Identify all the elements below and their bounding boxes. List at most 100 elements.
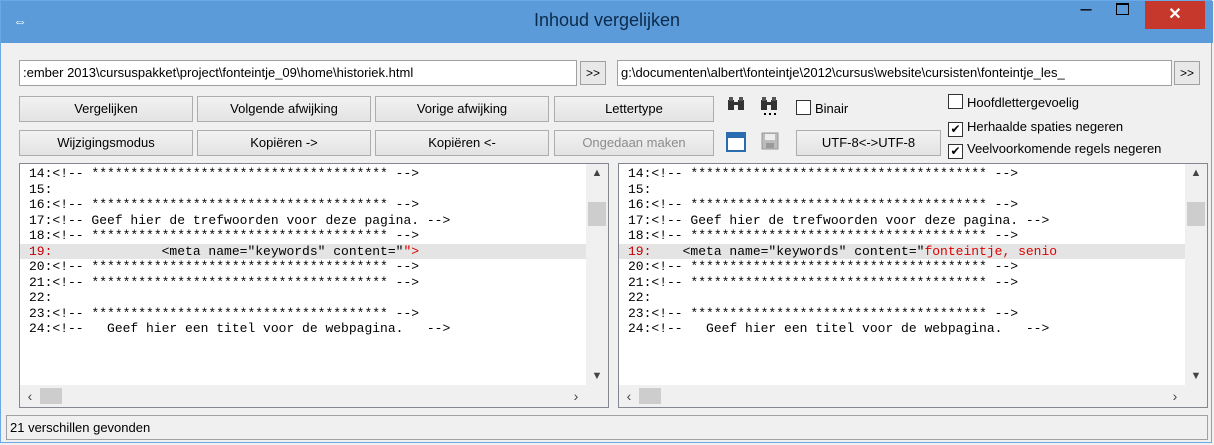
code-line[interactable]: 14:<!-- ********************************… — [619, 166, 1185, 182]
line-text: <!-- Geef hier de trefwoorden voor deze … — [651, 212, 1050, 228]
code-line[interactable]: 15: — [20, 182, 586, 198]
maximize-icon — [1115, 2, 1129, 15]
scroll-left-icon[interactable]: ‹ — [20, 385, 40, 407]
line-number: 21: — [628, 274, 652, 290]
scroll-right-icon[interactable]: › — [566, 385, 586, 407]
ignore-spaces-checkbox[interactable]: ✔ Herhaalde spaties negeren — [948, 118, 1124, 137]
next-diff-button[interactable]: Volgende afwijking — [197, 96, 371, 122]
right-code-view[interactable]: 14:<!-- ********************************… — [619, 166, 1185, 337]
line-text: <!-- ***********************************… — [52, 259, 420, 274]
scroll-down-icon[interactable]: ▼ — [586, 367, 608, 385]
left-file-path[interactable]: :ember 2013\cursuspakket\project\fontein… — [19, 60, 577, 86]
scroll-right-icon[interactable]: › — [1165, 385, 1185, 407]
window-icon[interactable] — [725, 132, 747, 154]
scroll-up-icon[interactable]: ▲ — [586, 164, 608, 182]
right-horizontal-scrollbar[interactable]: ‹ › — [619, 385, 1185, 407]
right-file-path[interactable]: g:\documenten\albert\fonteintje\2012\cur… — [617, 60, 1172, 86]
line-number: 15: — [29, 181, 53, 197]
case-sensitive-box[interactable] — [948, 94, 963, 109]
ignore-common-label: Veelvoorkomende regels negeren — [967, 141, 1162, 156]
right-browse-button[interactable]: >> — [1174, 61, 1200, 85]
code-line[interactable]: 21:<!-- ********************************… — [619, 275, 1185, 291]
case-sensitive-label: Hoofdlettergevoelig — [967, 95, 1080, 110]
line-text: <!-- ***********************************… — [651, 197, 1019, 212]
line-text: <!-- ***********************************… — [52, 274, 420, 290]
line-text: <!-- ***********************************… — [52, 166, 420, 181]
left-compare-pane[interactable]: 14:<!-- ********************************… — [19, 163, 609, 408]
line-number: 24: — [29, 321, 53, 336]
code-line[interactable]: 17:<!-- Geef hier de trefwoorden voor de… — [20, 213, 586, 229]
compare-window: ⇔ Inhoud vergelijken – ✕ :ember 2013\cur… — [0, 0, 1213, 443]
line-text: <!-- ***********************************… — [651, 259, 1019, 274]
line-number: 20: — [628, 259, 652, 274]
ignore-common-box[interactable]: ✔ — [948, 144, 963, 159]
prev-diff-button[interactable]: Vorige afwijking — [375, 96, 549, 122]
left-vertical-scrollbar[interactable]: ▲ ▼ — [586, 164, 608, 385]
scroll-up-icon[interactable]: ▲ — [1185, 164, 1207, 182]
scroll-left-icon[interactable]: ‹ — [619, 385, 639, 407]
save-icon[interactable] — [759, 132, 781, 154]
close-button[interactable]: ✕ — [1145, 1, 1205, 29]
title-bar[interactable]: ⇔ Inhoud vergelijken – ✕ — [1, 0, 1213, 43]
scroll-down-icon[interactable]: ▼ — [1185, 367, 1207, 385]
left-horizontal-scrollbar[interactable]: ‹ › — [20, 385, 586, 407]
line-number: 17: — [29, 212, 53, 228]
diff-text: "> — [403, 243, 420, 259]
binoculars-more-icon[interactable] — [759, 96, 781, 118]
code-line[interactable]: 14:<!-- ********************************… — [20, 166, 586, 182]
code-line[interactable]: 15: — [619, 182, 1185, 198]
diff-line[interactable]: 19: <meta name="keywords" content=""> — [20, 243, 586, 259]
encoding-button[interactable]: UTF-8<->UTF-8 — [796, 130, 941, 156]
ignore-common-checkbox[interactable]: ✔ Veelvoorkomende regels negeren — [948, 140, 1162, 159]
left-code-view[interactable]: 14:<!-- ********************************… — [20, 166, 586, 337]
code-line[interactable]: 24:<!-- Geef hier een titel voor de webp… — [20, 321, 586, 337]
left-browse-button[interactable]: >> — [580, 61, 606, 85]
code-line[interactable]: 21:<!-- ********************************… — [20, 275, 586, 291]
copy-left-button[interactable]: Kopiëren <- — [375, 130, 549, 156]
scroll-thumb[interactable] — [588, 202, 606, 226]
line-number: 15: — [628, 181, 652, 197]
maximize-button[interactable] — [1107, 0, 1137, 25]
code-line[interactable]: 23:<!-- ********************************… — [619, 306, 1185, 322]
ignore-spaces-box[interactable]: ✔ — [948, 122, 963, 137]
copy-right-button[interactable]: Kopiëren -> — [197, 130, 371, 156]
code-line[interactable]: 20:<!-- ********************************… — [20, 259, 586, 275]
code-line[interactable]: 22: — [20, 290, 586, 306]
code-line[interactable]: 16:<!-- ********************************… — [619, 197, 1185, 213]
line-text: <!-- Geef hier een titel voor de webpagi… — [52, 321, 451, 336]
line-number: 23: — [29, 305, 53, 321]
line-number: 16: — [628, 197, 652, 212]
code-line[interactable]: 17:<!-- Geef hier de trefwoorden voor de… — [619, 213, 1185, 229]
binary-label: Binair — [815, 101, 849, 116]
scroll-thumb[interactable] — [40, 388, 62, 404]
code-line[interactable]: 18:<!-- ********************************… — [619, 228, 1185, 244]
case-sensitive-checkbox[interactable]: Hoofdlettergevoelig — [948, 94, 1079, 112]
line-text: <!-- ***********************************… — [651, 305, 1019, 321]
diff-line[interactable]: 19: <meta name="keywords" content="fonte… — [619, 243, 1185, 259]
line-text: <!-- Geef hier de trefwoorden voor deze … — [52, 212, 451, 228]
scroll-thumb[interactable] — [1187, 202, 1205, 226]
undo-button[interactable]: Ongedaan maken — [554, 130, 714, 156]
line-number: 16: — [29, 197, 53, 212]
scroll-thumb[interactable] — [639, 388, 661, 404]
code-line[interactable]: 20:<!-- ********************************… — [619, 259, 1185, 275]
compare-button[interactable]: Vergelijken — [19, 96, 193, 122]
code-line[interactable]: 23:<!-- ********************************… — [20, 306, 586, 322]
edit-mode-button[interactable]: Wijzigingsmodus — [19, 130, 193, 156]
binary-checkbox[interactable]: Binair — [796, 100, 848, 118]
code-line[interactable]: 16:<!-- ********************************… — [20, 197, 586, 213]
binary-checkbox-box[interactable] — [796, 100, 811, 115]
line-text: <!-- ***********************************… — [651, 274, 1019, 290]
right-vertical-scrollbar[interactable]: ▲ ▼ — [1185, 164, 1207, 385]
minimize-button[interactable]: – — [1071, 0, 1101, 25]
font-button[interactable]: Lettertype — [554, 96, 714, 122]
status-bar: 21 verschillen gevonden — [6, 415, 1208, 440]
code-line[interactable]: 24:<!-- Geef hier een titel voor de webp… — [619, 321, 1185, 337]
ignore-spaces-label: Herhaalde spaties negeren — [967, 119, 1124, 134]
code-line[interactable]: 18:<!-- ********************************… — [20, 228, 586, 244]
line-number: 18: — [628, 228, 652, 243]
code-line[interactable]: 22: — [619, 290, 1185, 306]
right-compare-pane[interactable]: 14:<!-- ********************************… — [618, 163, 1208, 408]
line-number: 22: — [628, 290, 652, 305]
binoculars-icon[interactable] — [725, 96, 747, 118]
